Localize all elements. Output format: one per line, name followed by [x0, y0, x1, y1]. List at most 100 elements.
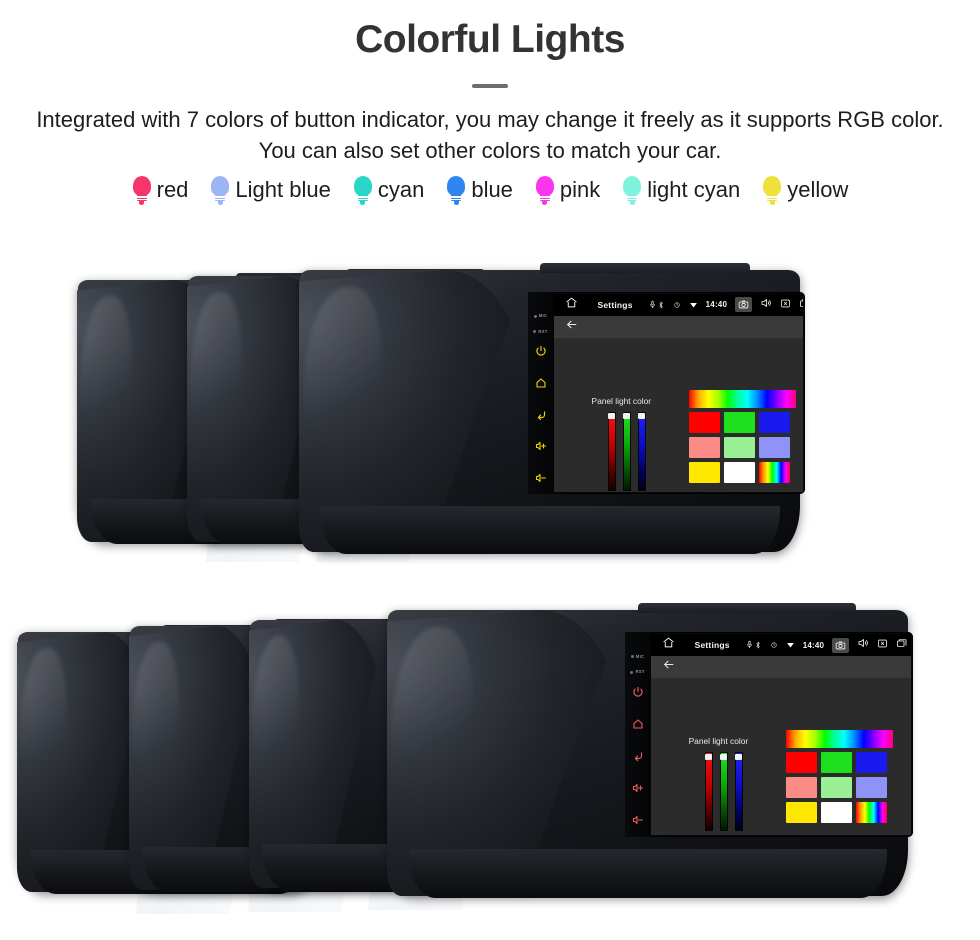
- bezel-highlight: [391, 627, 474, 816]
- legend-label: Light blue: [235, 177, 331, 203]
- legend-item-light-blue: Light blue: [210, 176, 331, 205]
- mic-icon[interactable]: [745, 636, 754, 654]
- app-bar: [650, 656, 912, 679]
- mic-key-label: MIC: [630, 654, 645, 659]
- swatch-yellow[interactable]: [785, 802, 817, 824]
- swatch-yellow[interactable]: [688, 461, 720, 483]
- home-key[interactable]: [632, 717, 644, 735]
- wifi-icon: [689, 296, 698, 314]
- settings-content: Panel light color: [553, 337, 803, 492]
- recents-icon[interactable]: [799, 296, 803, 314]
- slider-knob[interactable]: [705, 753, 713, 760]
- rgb-sliders: [704, 752, 743, 832]
- mic-icon[interactable]: [648, 296, 657, 314]
- power-key[interactable]: [632, 685, 644, 703]
- home-key[interactable]: [535, 376, 547, 394]
- red-slider[interactable]: [607, 411, 616, 491]
- bluetooth-icon: [754, 636, 762, 654]
- green-slider[interactable]: [719, 752, 728, 832]
- rst-key-label: RST: [630, 669, 644, 674]
- power-key[interactable]: [535, 344, 547, 362]
- recents-icon[interactable]: [896, 636, 908, 654]
- swatch-periwinkle[interactable]: [855, 777, 887, 799]
- swatch-red[interactable]: [688, 411, 720, 433]
- blue-slider[interactable]: [734, 752, 743, 832]
- swatch-lightgreen[interactable]: [723, 436, 755, 458]
- slider-knob[interactable]: [735, 753, 743, 760]
- bulb-icon: [210, 176, 230, 205]
- volume-icon[interactable]: [857, 636, 869, 654]
- rst-key-label: RST: [533, 329, 547, 334]
- swatch-red[interactable]: [785, 752, 817, 774]
- swatch-green[interactable]: [723, 411, 755, 433]
- camera-icon[interactable]: [735, 297, 753, 313]
- touch-screen[interactable]: Settings 14:40 Panel light color: [553, 293, 803, 492]
- volume-up-key[interactable]: [535, 439, 547, 457]
- back-key[interactable]: [535, 408, 547, 426]
- panel-light-color-label: Panel light color: [591, 395, 652, 406]
- close-box-icon[interactable]: [877, 636, 888, 654]
- app-title: Settings: [694, 640, 730, 651]
- bezel-lip: [320, 506, 780, 554]
- bezel-lip: [408, 849, 888, 898]
- swatch-salmon[interactable]: [785, 777, 817, 799]
- close-box-icon[interactable]: [780, 296, 791, 314]
- swatch-rainbow[interactable]: [855, 802, 887, 824]
- bezel-highlight: [131, 641, 179, 817]
- hue-strip[interactable]: [688, 389, 796, 408]
- volume-up-key[interactable]: [632, 781, 644, 799]
- app-back-button[interactable]: [565, 318, 578, 336]
- swatch-blue[interactable]: [855, 752, 887, 774]
- legend-label: cyan: [377, 177, 425, 203]
- bulb-icon: [132, 176, 152, 205]
- legend-label: yellow: [787, 177, 849, 203]
- bulb-icon: [535, 176, 555, 205]
- hard-key-panel: MIC RST: [624, 632, 651, 837]
- volume-icon[interactable]: [760, 296, 772, 314]
- volume-down-key[interactable]: [632, 813, 644, 831]
- slider-knob[interactable]: [720, 753, 728, 760]
- slider-knob[interactable]: [623, 413, 630, 420]
- slider-knob[interactable]: [608, 413, 615, 420]
- bezel-top-tab: [637, 603, 856, 613]
- swatch-salmon[interactable]: [688, 436, 720, 458]
- volume-down-key[interactable]: [535, 471, 547, 489]
- blue-slider[interactable]: [637, 411, 646, 491]
- swatch-blue[interactable]: [758, 411, 790, 433]
- swatch-periwinkle[interactable]: [758, 436, 790, 458]
- bulb-icon: [762, 176, 782, 205]
- touch-screen[interactable]: Settings 14:40 Panel light color: [650, 634, 912, 835]
- clock: 14:40: [802, 640, 825, 650]
- red-slider[interactable]: [704, 752, 713, 832]
- swatch-row: [688, 461, 796, 483]
- bottom-unit-row: MICRSTMICRSTMICRSTMICRSTSettings14:40Pan…: [0, 600, 980, 920]
- bezel-highlight: [251, 636, 299, 813]
- home-icon[interactable]: [662, 636, 675, 654]
- bluetooth-icon: [657, 296, 665, 314]
- back-key[interactable]: [632, 749, 644, 767]
- hue-strip[interactable]: [785, 730, 893, 749]
- swatch-lightgreen[interactable]: [820, 777, 852, 799]
- unit-yellow[interactable]: MIC RST Settings 14:40 Panel light color: [299, 263, 805, 554]
- legend-label: blue: [471, 177, 513, 203]
- swatch-white[interactable]: [723, 461, 755, 483]
- swatch-white[interactable]: [820, 802, 852, 824]
- swatch-row: [688, 411, 796, 433]
- swatch-rainbow[interactable]: [758, 461, 790, 483]
- legend-item-cyan: cyan: [353, 176, 425, 205]
- slider-knob[interactable]: [638, 413, 645, 420]
- app-back-button[interactable]: [662, 658, 675, 676]
- bulb-icon: [446, 176, 466, 205]
- location-icon: [770, 636, 778, 654]
- top-unit-row: MICRSTMICRSTMICRSTSettings14:40Panel lig…: [0, 262, 980, 562]
- unit-red-2[interactable]: MIC RST Settings 14:40 Panel light color: [387, 603, 914, 898]
- bezel-highlight: [303, 286, 382, 474]
- green-slider[interactable]: [622, 411, 631, 491]
- settings-content: Panel light color: [650, 678, 912, 835]
- home-icon[interactable]: [565, 296, 578, 314]
- swatch-green[interactable]: [820, 752, 852, 774]
- camera-icon[interactable]: [832, 637, 850, 653]
- color-legend: red Light blue cyan blue pink light cyan yello…: [0, 176, 980, 205]
- page-root: Colorful Lights Integrated with 7 colors…: [0, 0, 980, 940]
- bezel-highlight: [19, 647, 67, 820]
